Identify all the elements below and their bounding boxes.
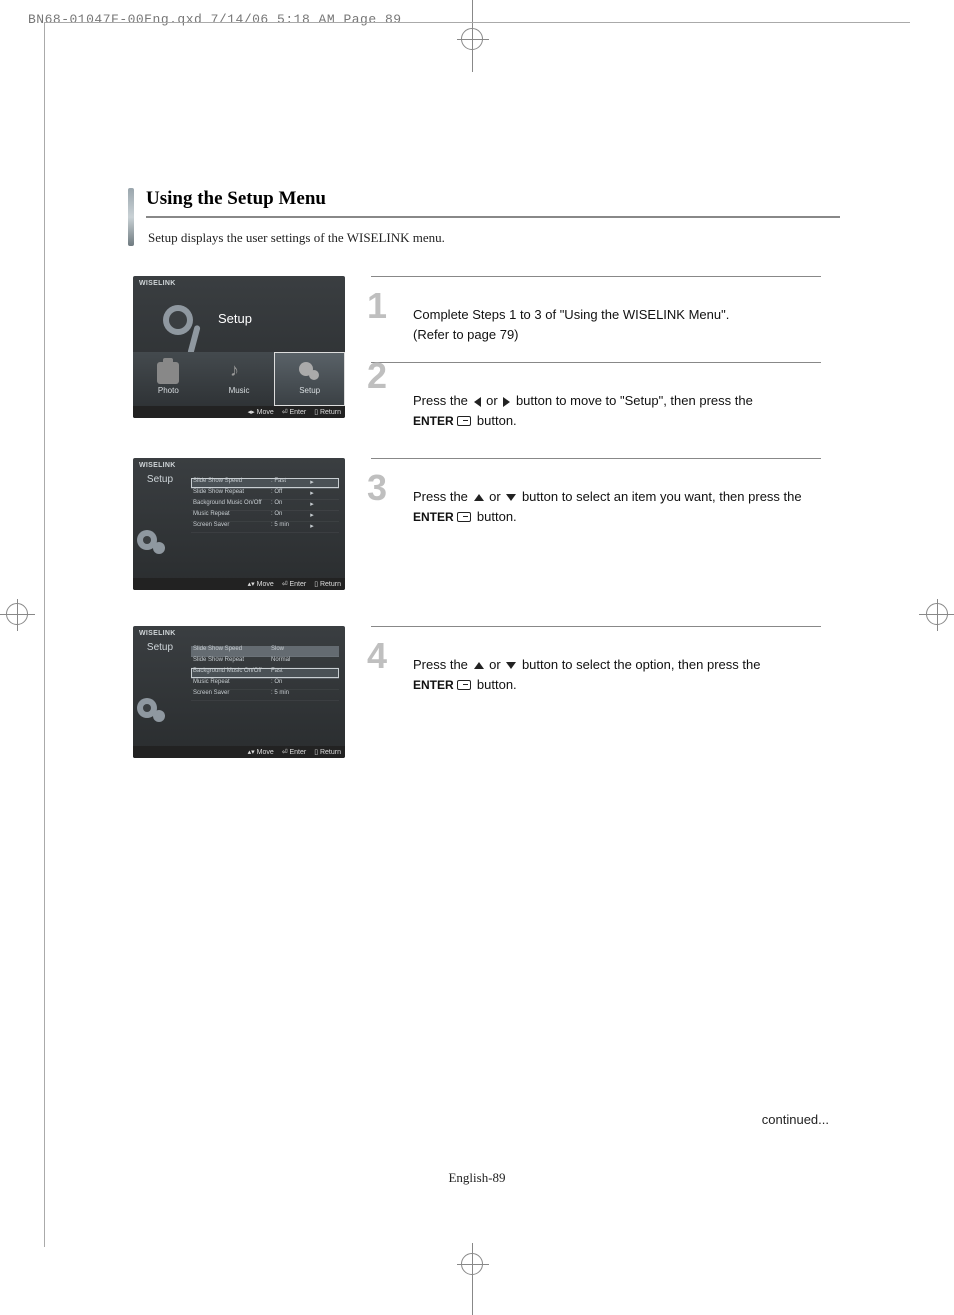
- registration-mark: [6, 603, 28, 625]
- list-row: Background Music On/Off: On▸: [191, 500, 339, 511]
- screenshot-footer: ▴▾ Move ⏎ Enter ▯ Return: [133, 746, 345, 758]
- list-row: Screen Saver: 5 min: [191, 690, 339, 701]
- list-row: Screen Saver: 5 min▸: [191, 522, 339, 533]
- brand-label: WISELINK: [133, 458, 345, 469]
- menu-item-photo: Photo: [133, 352, 204, 406]
- setup-icon: [299, 362, 321, 384]
- page-title: Using the Setup Menu: [146, 188, 840, 218]
- arrow-up-icon: [474, 494, 484, 501]
- arrow-right-icon: [503, 397, 510, 407]
- gear-icon: [153, 542, 165, 554]
- arrow-down-icon: [506, 662, 516, 669]
- menu-item-music: Music: [204, 352, 275, 406]
- list-row: Slide Show Repeat: Off▸: [191, 489, 339, 500]
- screenshot-footer: ▴▾ Move ⏎ Enter ▯ Return: [133, 578, 345, 590]
- list-row: Music Repeat: On▸: [191, 511, 339, 522]
- page-footer: English-89: [0, 1170, 954, 1186]
- arrow-left-icon: [474, 397, 481, 407]
- enter-icon: [457, 512, 471, 522]
- step-number: 2: [367, 358, 387, 394]
- section-accent-bar: [128, 188, 134, 246]
- screenshot-setup-menu: WISELINK Setup Photo Music: [133, 276, 345, 418]
- screenshot-setup-list-option: WISELINK Setup Slide Show SpeedSlowSlide…: [133, 626, 345, 758]
- step-number: 4: [367, 638, 387, 674]
- list-row: Music Repeat: On: [191, 679, 339, 690]
- brand-label: WISELINK: [133, 276, 345, 287]
- step-text: Press the or button to move to "Setup", …: [371, 373, 833, 430]
- step-number: 3: [367, 470, 387, 506]
- list-row: Slide Show RepeatNormal: [191, 657, 339, 668]
- enter-icon: [457, 416, 471, 426]
- music-icon: [228, 362, 250, 384]
- registration-mark: [461, 1253, 483, 1275]
- arrow-up-icon: [474, 662, 484, 669]
- step-text: Press the or button to select an item yo…: [371, 469, 833, 526]
- list-row: Slide Show SpeedSlow: [191, 646, 339, 657]
- page-subtitle: Setup displays the user settings of the …: [146, 230, 840, 246]
- gear-icon: [153, 710, 165, 722]
- enter-icon: [457, 680, 471, 690]
- photo-icon: [157, 362, 179, 384]
- step-number: 1: [367, 288, 387, 324]
- menu-item-setup: Setup: [274, 352, 345, 406]
- setup-heading: Setup: [218, 311, 252, 326]
- arrow-down-icon: [506, 494, 516, 501]
- list-row: Slide Show Speed: Fast▸: [191, 478, 339, 489]
- gear-icon: [163, 305, 193, 335]
- continued-label: continued...: [762, 1112, 829, 1127]
- brand-label: WISELINK: [133, 626, 345, 637]
- step-text: Complete Steps 1 to 3 of "Using the WISE…: [371, 287, 833, 344]
- registration-mark: [926, 603, 948, 625]
- step-text: Press the or button to select the option…: [371, 637, 833, 694]
- screenshot-footer: ◂▸ Move ⏎ Enter ▯ Return: [133, 406, 345, 418]
- screenshot-setup-list: WISELINK Setup Slide Show Speed: Fast▸Sl…: [133, 458, 345, 590]
- list-row: Background Music On/OffFast: [191, 668, 339, 679]
